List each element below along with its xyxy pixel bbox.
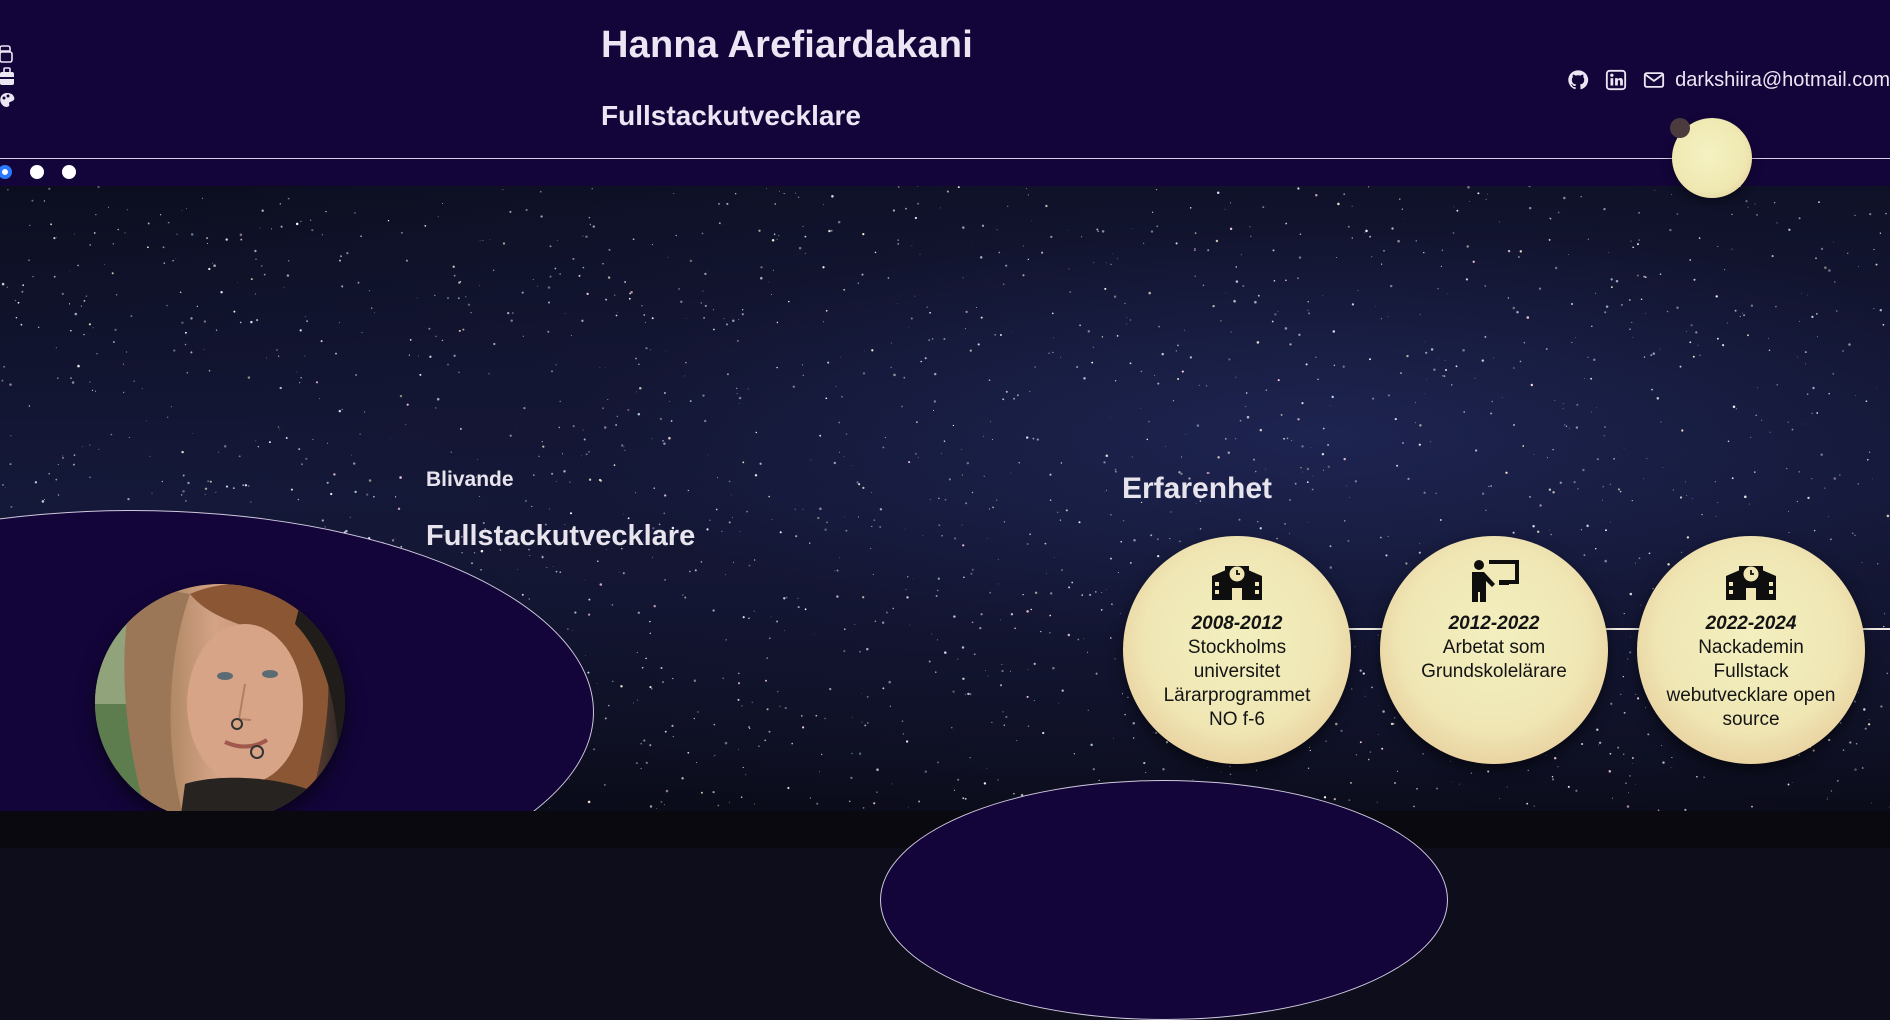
experience-line: Nackademin — [1655, 636, 1847, 660]
hero-section: Blivande Fullstackutvecklare Erfarenhet … — [0, 186, 1890, 811]
experience-years: 2008-2012 — [1141, 612, 1333, 636]
carousel-dots — [0, 165, 76, 179]
experience-title: Erfarenhet — [1122, 472, 1272, 506]
experience-line: Grundskolelärare — [1398, 660, 1590, 684]
avatar — [95, 584, 345, 811]
carousel-dot-2[interactable] — [30, 165, 44, 179]
bottom-planet — [880, 780, 1448, 1020]
experience-line: Stockholms — [1141, 636, 1333, 660]
experience-item: 2008-2012 Stockholms universitet Lärarpr… — [1123, 536, 1351, 764]
experience-item: 2012-2022 Arbetat som Grundskolelärare — [1380, 536, 1608, 764]
experience-line: NO f-6 — [1141, 708, 1333, 732]
school-icon — [1724, 558, 1778, 602]
experience-years: 2012-2022 — [1398, 612, 1590, 636]
experience-line: source — [1655, 708, 1847, 732]
school-icon — [1210, 558, 1264, 602]
hero-headline: Fullstackutvecklare — [426, 520, 695, 553]
page-title: Hanna Arefiardakani — [601, 24, 973, 67]
header-divider — [0, 158, 1890, 159]
contact-links: darkshiira@hotmail.com — [1567, 66, 1890, 94]
email-link[interactable]: darkshiira@hotmail.com — [1643, 69, 1890, 92]
side-icon-stack — [0, 42, 16, 114]
linkedin-icon[interactable] — [1605, 69, 1627, 91]
experience-line: Lärarprogrammet — [1141, 684, 1333, 708]
email-text: darkshiira@hotmail.com — [1675, 69, 1890, 92]
mail-icon — [1643, 69, 1665, 91]
experience-line: Fullstack — [1655, 660, 1847, 684]
experience-line: webutvecklare open — [1655, 684, 1847, 708]
experience-item: 2022-2024 Nackademin Fullstack webutveck… — [1637, 536, 1865, 764]
toolbox-icon — [0, 42, 16, 64]
carousel-dot-1[interactable] — [0, 165, 12, 179]
experience-years: 2022-2024 — [1655, 612, 1847, 636]
briefcase-icon — [0, 66, 16, 88]
site-header: Hanna Arefiardakani Fullstackutvecklare … — [0, 0, 1890, 186]
palette-icon — [0, 90, 16, 112]
teacher-icon — [1467, 558, 1521, 602]
github-icon[interactable] — [1567, 69, 1589, 91]
hero-eyebrow: Blivande — [426, 468, 514, 492]
experience-line: Arbetat som — [1398, 636, 1590, 660]
carousel-dot-3[interactable] — [62, 165, 76, 179]
moon-satellite-decoration — [1670, 118, 1690, 138]
experience-line: universitet — [1141, 660, 1333, 684]
page-subtitle: Fullstackutvecklare — [601, 100, 861, 132]
